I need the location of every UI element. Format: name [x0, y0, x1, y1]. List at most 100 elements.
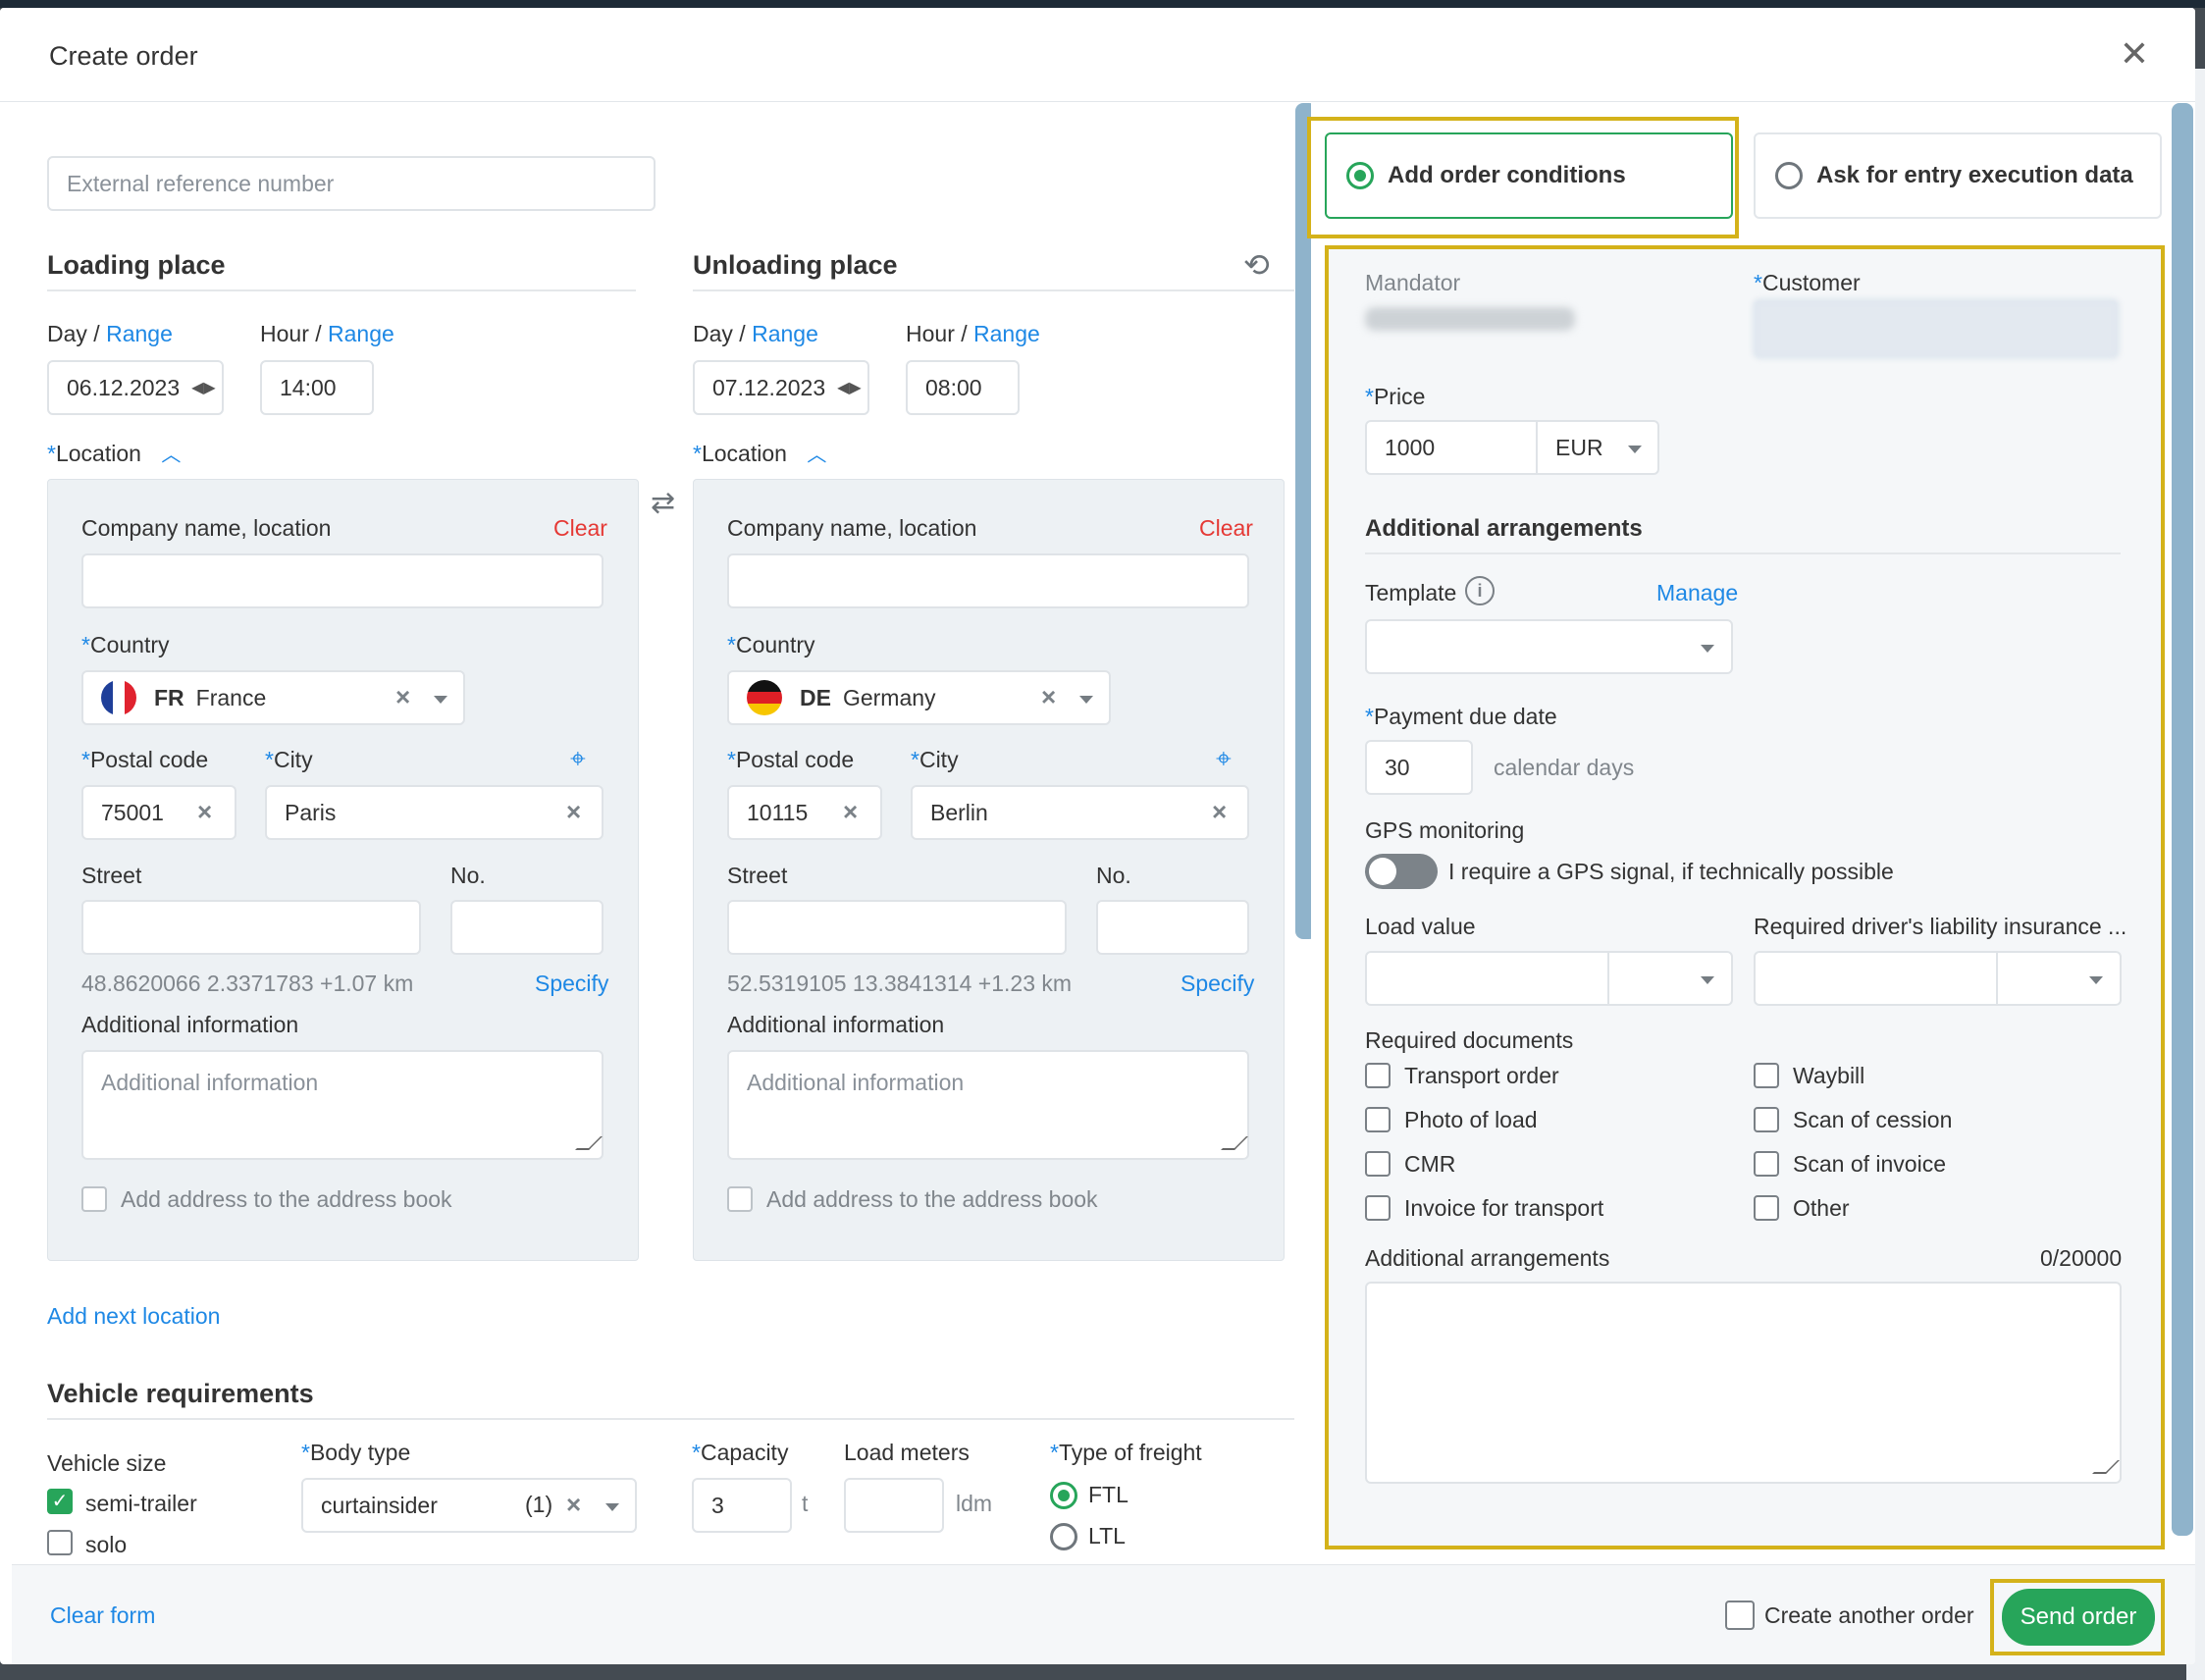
- clear-icon[interactable]: ×: [197, 797, 212, 827]
- tab-add-order-conditions[interactable]: Add order conditions: [1325, 132, 1733, 219]
- chevron-down-icon[interactable]: [1701, 976, 1714, 984]
- unloading-addinfo-textarea[interactable]: Additional information: [727, 1050, 1249, 1160]
- semi-trailer-checkbox[interactable]: ✓: [47, 1489, 73, 1514]
- insurance-input[interactable]: [1754, 951, 2122, 1006]
- loading-location-toggle[interactable]: *Location ︿: [47, 439, 181, 467]
- info-icon[interactable]: i: [1465, 576, 1495, 605]
- unloading-clear-link[interactable]: Clear: [1199, 515, 1253, 542]
- doc-waybill-checkbox[interactable]: [1754, 1063, 1779, 1088]
- loading-postal-input[interactable]: 75001 ×: [81, 785, 236, 840]
- chevron-down-icon[interactable]: [2089, 976, 2103, 984]
- solo-checkbox[interactable]: [47, 1530, 73, 1555]
- currency-select[interactable]: EUR: [1536, 420, 1659, 475]
- history-icon[interactable]: ⟲: [1243, 246, 1270, 284]
- doc-invoice-transport-checkbox[interactable]: [1365, 1195, 1391, 1221]
- send-order-button[interactable]: Send order: [2002, 1589, 2155, 1646]
- clear-icon[interactable]: ×: [1041, 682, 1056, 712]
- chevron-down-icon[interactable]: [1701, 645, 1714, 653]
- ftl-radio[interactable]: [1050, 1482, 1077, 1509]
- create-another-checkbox[interactable]: [1725, 1601, 1755, 1630]
- body-type-value: curtainsider: [321, 1492, 438, 1518]
- doc-cmr-checkbox[interactable]: [1365, 1151, 1391, 1177]
- unloading-city-input[interactable]: Berlin ×: [911, 785, 1249, 840]
- doc-scan-invoice-checkbox[interactable]: [1754, 1151, 1779, 1177]
- loading-number-input[interactable]: [450, 900, 604, 955]
- gps-toggle[interactable]: [1365, 854, 1438, 889]
- unloading-postal-value: 10115: [747, 799, 809, 825]
- chevron-up-icon[interactable]: ︿: [161, 445, 181, 466]
- template-select[interactable]: [1365, 619, 1733, 674]
- loading-addressbook-checkbox[interactable]: [81, 1186, 107, 1212]
- doc-photo-checkbox[interactable]: [1365, 1107, 1391, 1132]
- close-icon[interactable]: ✕: [2110, 29, 2159, 79]
- loading-hour-input[interactable]: 14:00: [260, 360, 374, 415]
- payment-due-input[interactable]: 30: [1365, 740, 1473, 795]
- date-stepper-icon[interactable]: ◀▶: [191, 378, 216, 397]
- map-pin-icon[interactable]: ⌖: [1216, 743, 1232, 775]
- chevron-down-icon[interactable]: [1628, 446, 1642, 453]
- chevron-down-icon[interactable]: [434, 696, 447, 704]
- unloading-specify-link[interactable]: Specify: [1181, 971, 1254, 997]
- body-type-select[interactable]: curtainsider (1) ×: [301, 1478, 637, 1533]
- gps-text: I require a GPS signal, if technically p…: [1448, 859, 1894, 884]
- ltl-radio[interactable]: [1050, 1523, 1077, 1550]
- price-value: 1000: [1385, 434, 1436, 460]
- loading-street-input[interactable]: [81, 900, 421, 955]
- loading-day-range-link[interactable]: Range: [106, 321, 173, 346]
- clear-icon[interactable]: ×: [566, 1490, 581, 1520]
- vehicle-requirements-title: Vehicle requirements: [47, 1379, 314, 1408]
- loading-city-input[interactable]: Paris ×: [265, 785, 604, 840]
- chevron-down-icon[interactable]: [605, 1503, 619, 1511]
- loading-addinfo-textarea[interactable]: Additional information: [81, 1050, 604, 1160]
- input-separator: [1996, 953, 1998, 1004]
- arrangements-textarea[interactable]: [1365, 1282, 2122, 1484]
- clear-form-link[interactable]: Clear form: [50, 1602, 155, 1629]
- loading-clear-link[interactable]: Clear: [553, 515, 607, 542]
- entry-radio[interactable]: [1775, 162, 1803, 189]
- date-stepper-icon[interactable]: ◀▶: [837, 378, 862, 397]
- loading-company-input[interactable]: [81, 553, 604, 608]
- unloading-street-input[interactable]: [727, 900, 1067, 955]
- chevron-up-icon[interactable]: ︿: [807, 445, 826, 466]
- loading-country-select[interactable]: FR France ×: [81, 670, 465, 725]
- resize-handle-icon[interactable]: [1221, 1136, 1248, 1150]
- loading-specify-link[interactable]: Specify: [535, 971, 608, 997]
- unloading-postal-input[interactable]: 10115 ×: [727, 785, 882, 840]
- conditions-radio[interactable]: [1346, 162, 1374, 189]
- external-reference-input[interactable]: External reference number: [47, 156, 656, 211]
- price-input[interactable]: 1000: [1365, 420, 1538, 475]
- customer-select-blurred[interactable]: [1754, 299, 2119, 358]
- resize-handle-icon[interactable]: [575, 1136, 603, 1150]
- doc-other-checkbox[interactable]: [1754, 1195, 1779, 1221]
- doc-transport-order-checkbox[interactable]: [1365, 1063, 1391, 1088]
- load-meters-label: Load meters: [844, 1440, 970, 1465]
- unloading-hour-input[interactable]: 08:00: [906, 360, 1020, 415]
- resize-handle-icon[interactable]: [2092, 1460, 2120, 1474]
- clear-icon[interactable]: ×: [566, 797, 581, 827]
- unloading-company-input[interactable]: [727, 553, 1249, 608]
- clear-icon[interactable]: ×: [843, 797, 858, 827]
- unloading-city-value: Berlin: [930, 799, 988, 825]
- unloading-location-toggle[interactable]: *Location ︿: [693, 439, 826, 467]
- unloading-hour-range-link[interactable]: Range: [973, 321, 1040, 346]
- clear-icon[interactable]: ×: [1212, 797, 1227, 827]
- unloading-day-range-link[interactable]: Range: [752, 321, 818, 346]
- map-pin-icon[interactable]: ⌖: [570, 743, 586, 775]
- load-value-input[interactable]: [1365, 951, 1733, 1006]
- capacity-input[interactable]: 3: [692, 1478, 792, 1533]
- unloading-date-input[interactable]: 07.12.2023 ◀▶: [693, 360, 869, 415]
- loading-date-input[interactable]: 06.12.2023 ◀▶: [47, 360, 224, 415]
- swap-icon[interactable]: ⇄: [651, 486, 675, 520]
- loading-hour-range-link[interactable]: Range: [328, 321, 394, 346]
- add-next-location-link[interactable]: Add next location: [47, 1303, 220, 1330]
- chevron-down-icon[interactable]: [1079, 696, 1093, 704]
- load-meters-input[interactable]: [844, 1478, 944, 1533]
- clear-icon[interactable]: ×: [395, 682, 410, 712]
- doc-cession-checkbox[interactable]: [1754, 1107, 1779, 1132]
- unloading-number-input[interactable]: [1096, 900, 1249, 955]
- tab-ask-entry-data[interactable]: Ask for entry execution data: [1754, 132, 2162, 219]
- unloading-country-select[interactable]: DE Germany ×: [727, 670, 1111, 725]
- right-scrollbar[interactable]: [2172, 103, 2193, 1536]
- unloading-addressbook-checkbox[interactable]: [727, 1186, 753, 1212]
- manage-link[interactable]: Manage: [1656, 580, 1738, 606]
